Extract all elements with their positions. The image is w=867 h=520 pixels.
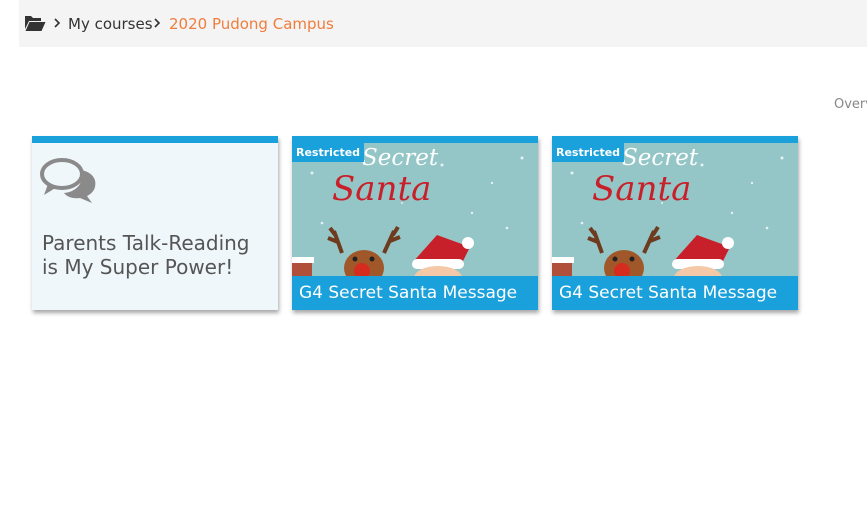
restricted-badge: Restricted [292,143,365,162]
image-text-santa: Santa [592,169,691,209]
card-accent-bar [292,136,538,143]
secret-santa-image: Secret Santa [552,143,798,276]
image-text-secret: Secret [362,145,439,171]
breadcrumb: My courses 2020 Pudong Campus [19,0,867,47]
card-title[interactable]: G4 Secret Santa Message [292,276,538,310]
chevron-right-icon [54,18,61,28]
restricted-badge: Restricted [552,143,625,162]
activity-card-forum[interactable]: Parents Talk-Reading is My Super Power! [32,136,278,310]
secret-santa-image: Secret Santa [292,143,538,276]
forum-chat-icon [40,158,96,203]
activity-card-secret-santa[interactable]: Secret Santa Restricted G4 Secret Santa … [292,136,538,310]
card-accent-bar [552,136,798,143]
breadcrumb-my-courses[interactable]: My courses [68,14,153,34]
folder-open-icon[interactable] [24,14,46,32]
overview-label: Overvi [834,97,867,112]
card-title[interactable]: G4 Secret Santa Message [552,276,798,310]
breadcrumb-current-course[interactable]: 2020 Pudong Campus [169,14,334,34]
chevron-right-icon [154,18,161,28]
image-text-santa: Santa [332,169,431,209]
card-title[interactable]: Parents Talk-Reading is My Super Power! [42,231,268,279]
image-text-secret: Secret [622,145,699,171]
activity-card-secret-santa[interactable]: Secret Santa Restricted G4 Secret Santa … [552,136,798,310]
